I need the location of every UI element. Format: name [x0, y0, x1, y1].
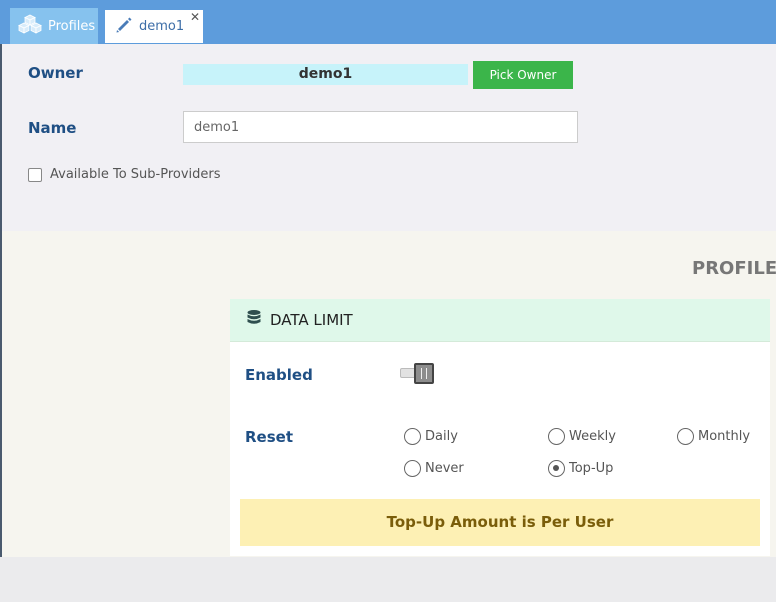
pick-owner-button[interactable]: Pick Owner: [473, 61, 573, 89]
close-icon[interactable]: ✕: [190, 11, 200, 23]
name-label: Name: [28, 119, 77, 137]
profile-section: PROFILE DATA LIMIT Enabled Reset Daily W…: [0, 231, 776, 557]
top-up-notice: Top-Up Amount is Per User: [240, 499, 760, 546]
tab-profiles-label: Profiles: [48, 18, 96, 34]
profile-heading: PROFILE: [692, 258, 776, 279]
name-input[interactable]: [183, 111, 578, 143]
radio-circle: [404, 428, 421, 445]
reset-option-label: Weekly: [569, 429, 616, 444]
reset-option-weekly[interactable]: Weekly: [548, 428, 616, 445]
owner-label: Owner: [28, 64, 83, 82]
cubes-icon: [18, 14, 48, 38]
toggle-knob: [414, 363, 434, 384]
reset-option-never[interactable]: Never: [404, 460, 464, 477]
reset-option-label: Never: [425, 461, 464, 476]
reset-label: Reset: [245, 428, 293, 446]
reset-option-monthly[interactable]: Monthly: [677, 428, 750, 445]
tab-bar: Profiles demo1 ✕: [0, 0, 776, 44]
profile-form: Owner demo1 Pick Owner Name Available To…: [0, 44, 776, 231]
reset-option-daily[interactable]: Daily: [404, 428, 458, 445]
available-to-sub-providers-checkbox[interactable]: [28, 168, 42, 182]
radio-circle-selected: [548, 460, 565, 477]
radio-circle: [677, 428, 694, 445]
owner-value: demo1: [183, 64, 468, 85]
reset-option-label: Top-Up: [569, 461, 614, 476]
reset-option-top-up[interactable]: Top-Up: [548, 460, 613, 477]
tab-profiles[interactable]: Profiles: [10, 8, 98, 44]
radio-circle: [548, 428, 565, 445]
pencil-icon: [115, 16, 139, 38]
reset-option-label: Daily: [425, 429, 458, 444]
reset-option-label: Monthly: [698, 429, 751, 444]
footer-area: [0, 557, 776, 602]
available-to-sub-providers-label: Available To Sub-Providers: [50, 167, 221, 182]
data-limit-title: DATA LIMIT: [270, 311, 353, 329]
data-limit-card: DATA LIMIT Enabled Reset Daily Weekly Mo…: [230, 299, 770, 556]
radio-circle: [404, 460, 421, 477]
data-limit-header: DATA LIMIT: [230, 299, 770, 342]
tab-demo1-label: demo1: [139, 19, 185, 34]
tab-demo1[interactable]: demo1 ✕: [103, 8, 205, 43]
enabled-toggle[interactable]: [400, 363, 435, 385]
enabled-label: Enabled: [245, 366, 313, 384]
database-icon: [246, 309, 262, 331]
